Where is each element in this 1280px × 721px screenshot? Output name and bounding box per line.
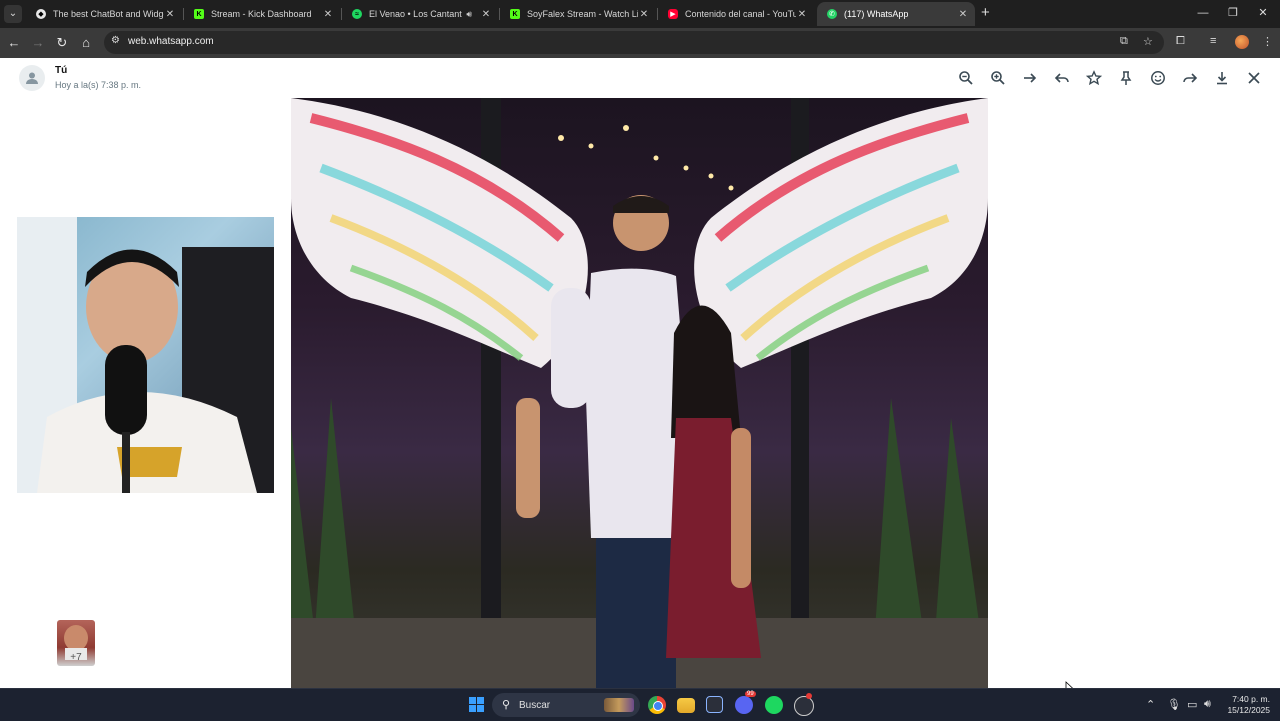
extensions-icon[interactable]: ⧠: [1176, 35, 1185, 48]
search-icon: ⚲: [502, 699, 511, 711]
windows-start-button[interactable]: [469, 697, 485, 713]
audio-playing-icon[interactable]: 🔊︎: [466, 9, 472, 20]
download-icon: [1217, 72, 1227, 85]
photo-illustration: [291, 98, 988, 688]
minimize-button[interactable]: —: [1188, 4, 1218, 22]
browser-tab-0[interactable]: ◆ The best ChatBot and Widgets ✕: [26, 2, 182, 26]
home-button[interactable]: ⌂: [77, 34, 95, 52]
clock-date: 15/12/2025: [1227, 705, 1270, 715]
sender-name: Tú: [55, 65, 68, 76]
close-tab-icon[interactable]: ✕: [322, 9, 334, 20]
microphone-icon[interactable]: 🎙︎: [1167, 698, 1181, 711]
bookmark-star-icon[interactable]: ☆: [1143, 35, 1153, 48]
browser-tab-2[interactable]: ≈ El Venao • Los Cantantes 🔊︎ ✕: [342, 2, 498, 26]
chatbot-icon: ◆: [36, 9, 46, 19]
discord-app-icon[interactable]: 99: [735, 691, 756, 714]
browser-tab-1[interactable]: K Stream - Kick Dashboard ✕: [184, 2, 340, 26]
notification-dot: [806, 693, 812, 699]
media-photo[interactable]: [291, 98, 988, 688]
close-window-button[interactable]: ✕: [1248, 4, 1278, 22]
whatsapp-icon: ✆: [827, 9, 837, 19]
close-tab-icon[interactable]: ✕: [164, 9, 176, 20]
sender-avatar[interactable]: [19, 65, 45, 91]
forward-button[interactable]: [1180, 69, 1200, 87]
tab-title: Contenido del canal - YouTube: [685, 9, 796, 19]
address-bar[interactable]: ⚙ web.whatsapp.com ⧉ ☆: [104, 31, 1164, 54]
tab-title: (117) WhatsApp: [844, 9, 909, 19]
star-button[interactable]: [1084, 69, 1104, 87]
browser-tab-3[interactable]: K SoyFalex Stream - Watch Live o ✕: [500, 2, 656, 26]
browser-tab-5-active[interactable]: ✆ (117) WhatsApp ✕: [817, 2, 975, 26]
tab-title: Stream - Kick Dashboard: [211, 9, 312, 19]
tab-title: The best ChatBot and Widgets: [53, 9, 164, 19]
browser-tab-strip: ⌄ ◆ The best ChatBot and Widgets ✕ K Str…: [0, 0, 1280, 28]
svg-text:+7: +7: [70, 652, 82, 663]
clock-time: 7:40 p. m.: [1232, 694, 1270, 704]
zoom-in-button[interactable]: [988, 69, 1008, 87]
arrow-right-icon: [1024, 73, 1037, 83]
microsoft-store-icon[interactable]: [706, 696, 723, 713]
new-tab-button[interactable]: +: [981, 5, 990, 21]
close-viewer-button[interactable]: [1244, 69, 1264, 87]
search-label: Buscar: [519, 700, 551, 711]
close-tab-icon[interactable]: ✕: [638, 9, 650, 20]
sticker-thumbnail[interactable]: +7: [57, 620, 95, 666]
windows-taskbar: ⚲ Buscar 99 ⌃ 🎙︎ ▭ 🔊︎ 7:40 p. m. 15/12/2…: [0, 688, 1280, 721]
taskbar-search[interactable]: ⚲ Buscar: [492, 693, 640, 717]
streamer-illustration: [17, 217, 274, 493]
menu-icon[interactable]: ⋮: [1262, 35, 1273, 48]
close-tab-icon[interactable]: ✕: [480, 9, 492, 20]
sender-time: Hoy a la(s) 7:38 p. m.: [55, 80, 142, 90]
zoom-out-button[interactable]: [956, 69, 976, 87]
close-icon: [1248, 72, 1260, 84]
tray-overflow-icon[interactable]: ⌃: [1146, 698, 1155, 711]
sticker-face-icon: +7: [64, 625, 88, 663]
browser-toolbar: ← → ↻ ⌂ ⚙ web.whatsapp.com ⧉ ☆ ⧠ ≡ ⋮: [0, 28, 1280, 58]
zoom-out-icon: [959, 71, 973, 85]
volume-icon[interactable]: 🔊︎: [1204, 698, 1211, 711]
spotify-icon: ≈: [352, 9, 362, 19]
star-icon: [1086, 70, 1102, 86]
media-control-icon[interactable]: ≡: [1210, 35, 1216, 47]
youtube-icon: ▶: [668, 9, 678, 19]
profile-avatar[interactable]: [1235, 35, 1249, 49]
obs-app-icon[interactable]: [794, 693, 814, 716]
network-icon[interactable]: ▭: [1187, 698, 1197, 711]
tab-title: SoyFalex Stream - Watch Live o: [527, 9, 638, 19]
file-explorer-icon[interactable]: [677, 698, 695, 713]
back-button[interactable]: ←: [5, 34, 23, 52]
spotify-app-icon[interactable]: [765, 696, 783, 714]
tab-title: El Venao • Los Cantantes: [369, 9, 463, 19]
person-icon: [26, 72, 38, 84]
webcam-overlay: [17, 217, 274, 493]
tab-search-button[interactable]: ⌄: [4, 5, 22, 23]
kick-icon: K: [510, 9, 520, 19]
pin-icon: [1120, 71, 1132, 85]
search-highlight-image: [604, 698, 634, 712]
system-clock[interactable]: 7:40 p. m. 15/12/2025: [1222, 694, 1270, 716]
close-tab-icon[interactable]: ✕: [796, 9, 808, 20]
reply-icon: [1054, 73, 1069, 83]
download-button[interactable]: [1212, 69, 1232, 87]
forward-button[interactable]: →: [29, 34, 47, 52]
go-to-message-button[interactable]: [1020, 69, 1040, 87]
react-button[interactable]: [1148, 69, 1168, 87]
reload-button[interactable]: ↻: [53, 34, 71, 52]
install-app-icon[interactable]: ⧉: [1120, 35, 1128, 48]
url-text[interactable]: web.whatsapp.com: [128, 36, 214, 47]
kick-icon: K: [194, 9, 204, 19]
restore-button[interactable]: ❐: [1218, 4, 1248, 22]
media-viewer: Tú Hoy a la(s) 7:38 p. m. +7: [0, 58, 1280, 688]
emoji-icon: [1151, 71, 1165, 85]
zoom-in-icon: [991, 71, 1005, 85]
close-tab-icon[interactable]: ✕: [957, 9, 969, 20]
site-info-icon[interactable]: ⚙: [111, 35, 120, 46]
chrome-app-icon[interactable]: [648, 696, 666, 714]
discord-badge: 99: [745, 691, 756, 697]
browser-tab-4[interactable]: ▶ Contenido del canal - YouTube ✕: [658, 2, 814, 26]
pin-button[interactable]: [1116, 69, 1136, 87]
reply-button[interactable]: [1052, 69, 1072, 87]
forward-icon: [1183, 73, 1198, 83]
